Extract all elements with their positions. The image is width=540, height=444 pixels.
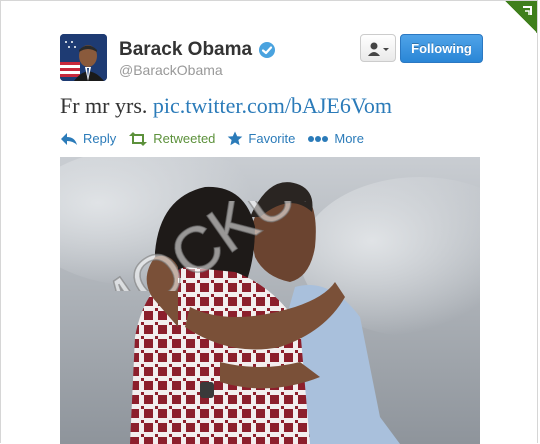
verified-badge-icon [259, 42, 276, 58]
tweet-text: Fr mr yrs. pic.twitter.com/bAJE6Vom [60, 93, 392, 119]
reply-icon [61, 132, 77, 145]
more-label: More [334, 131, 364, 146]
retweet-icon [129, 131, 148, 146]
tweet-text-plain: Fr mr yrs. [60, 93, 148, 118]
author-name[interactable]: Barack Obama [119, 39, 276, 61]
favorite-star-icon [228, 131, 243, 146]
favorite-label: Favorite [248, 131, 296, 146]
avatar[interactable] [60, 34, 107, 81]
reply-label: Reply [83, 131, 117, 146]
following-button[interactable]: Following [400, 34, 483, 63]
more-dots-icon [308, 135, 329, 142]
retweeted-action[interactable]: Retweeted [128, 131, 215, 146]
tweet-actions: Reply Retweeted Favorite More [60, 131, 376, 146]
tweet-pic-link[interactable]: pic.twitter.com/bAJE6Vom [153, 93, 392, 118]
corner-badge-icon[interactable] [505, 1, 537, 33]
user-actions-dropdown[interactable] [360, 34, 396, 62]
tweet-card: Barack Obama @BarackObama Following Fr m… [0, 0, 538, 444]
more-action[interactable]: More [307, 131, 364, 146]
favorite-action[interactable]: Favorite [227, 131, 295, 146]
retweeted-label: Retweeted [153, 131, 216, 146]
tweet-photo[interactable] [60, 157, 480, 444]
reply-action[interactable]: Reply [60, 131, 116, 146]
author-name-text[interactable]: Barack Obama [119, 39, 252, 61]
author-handle[interactable]: @BarackObama [119, 62, 223, 78]
user-dropdown-icon [368, 42, 389, 56]
